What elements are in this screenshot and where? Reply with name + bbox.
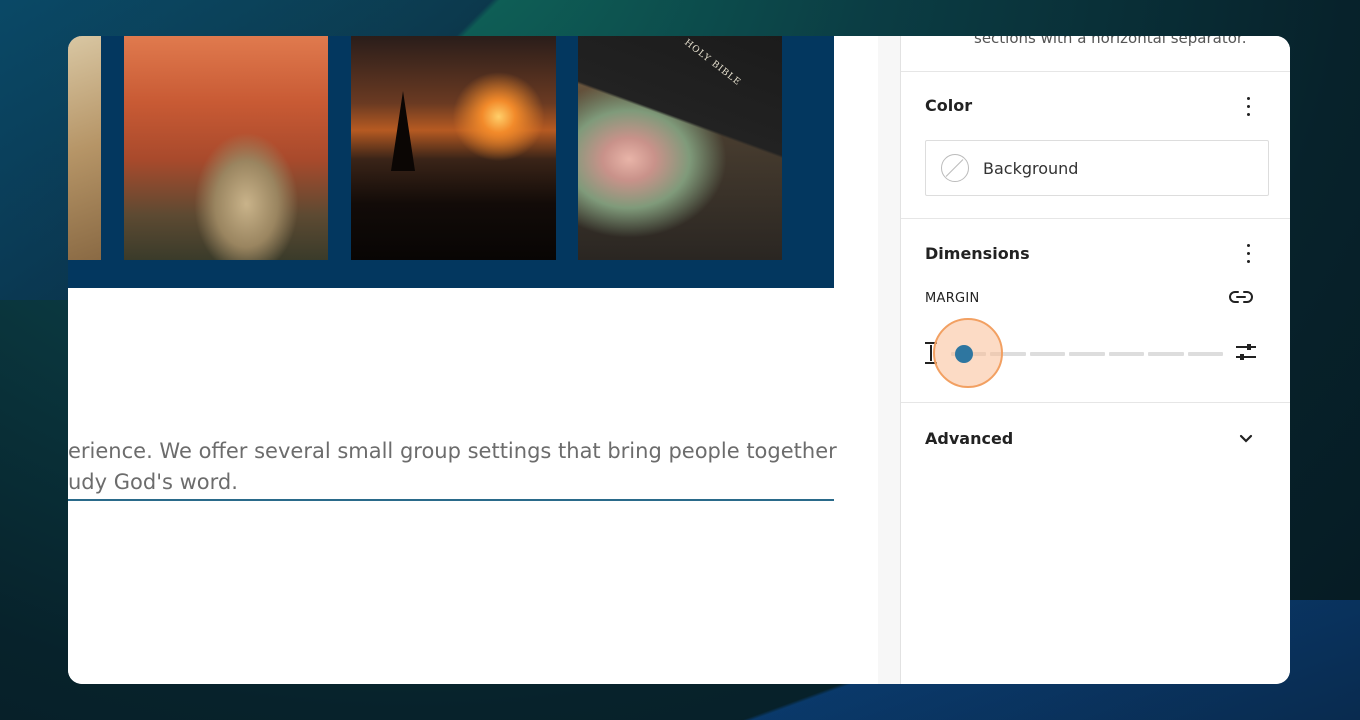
margin-label: MARGIN [925, 291, 980, 306]
background-label: Background [983, 158, 1079, 178]
advanced-panel-title[interactable]: Advanced [925, 429, 1013, 448]
gallery-image[interactable] [351, 36, 556, 260]
gallery-block[interactable]: HOLY BIBLE [68, 36, 834, 288]
editor-canvas: HOLY BIBLE erience. We offer several sma… [68, 36, 878, 684]
gallery-image[interactable] [68, 36, 101, 260]
canvas-gutter [878, 36, 900, 684]
dimensions-panel-title: Dimensions [925, 244, 1030, 263]
gallery-image[interactable] [124, 36, 328, 260]
color-options-icon[interactable] [1239, 94, 1257, 118]
dimensions-options-icon[interactable] [1239, 241, 1257, 265]
margin-slider-thumb[interactable] [955, 345, 973, 363]
block-description: sections with a horizontal separator. [974, 36, 1247, 47]
paragraph-line: erience. We offer several small group se… [68, 439, 837, 463]
panel-divider [901, 218, 1290, 219]
chevron-down-icon[interactable] [1239, 434, 1253, 444]
background-color-button[interactable]: Background [925, 140, 1269, 196]
gallery-image[interactable]: HOLY BIBLE [578, 36, 782, 260]
tree-silhouette [391, 91, 415, 171]
color-panel-title: Color [925, 96, 973, 115]
panel-divider [901, 402, 1290, 403]
link-sides-icon[interactable] [1229, 290, 1253, 304]
paragraph-block[interactable]: erience. We offer several small group se… [68, 436, 837, 501]
custom-settings-icon[interactable] [1235, 342, 1257, 362]
no-color-icon [941, 154, 969, 182]
bible-cover-text: HOLY BIBLE [682, 37, 743, 89]
panel-divider [901, 71, 1290, 72]
editor-window: HOLY BIBLE erience. We offer several sma… [68, 36, 1290, 684]
settings-sidebar: sections with a horizontal separator. Co… [900, 36, 1290, 684]
paragraph-line: udy God's word. [68, 470, 238, 494]
